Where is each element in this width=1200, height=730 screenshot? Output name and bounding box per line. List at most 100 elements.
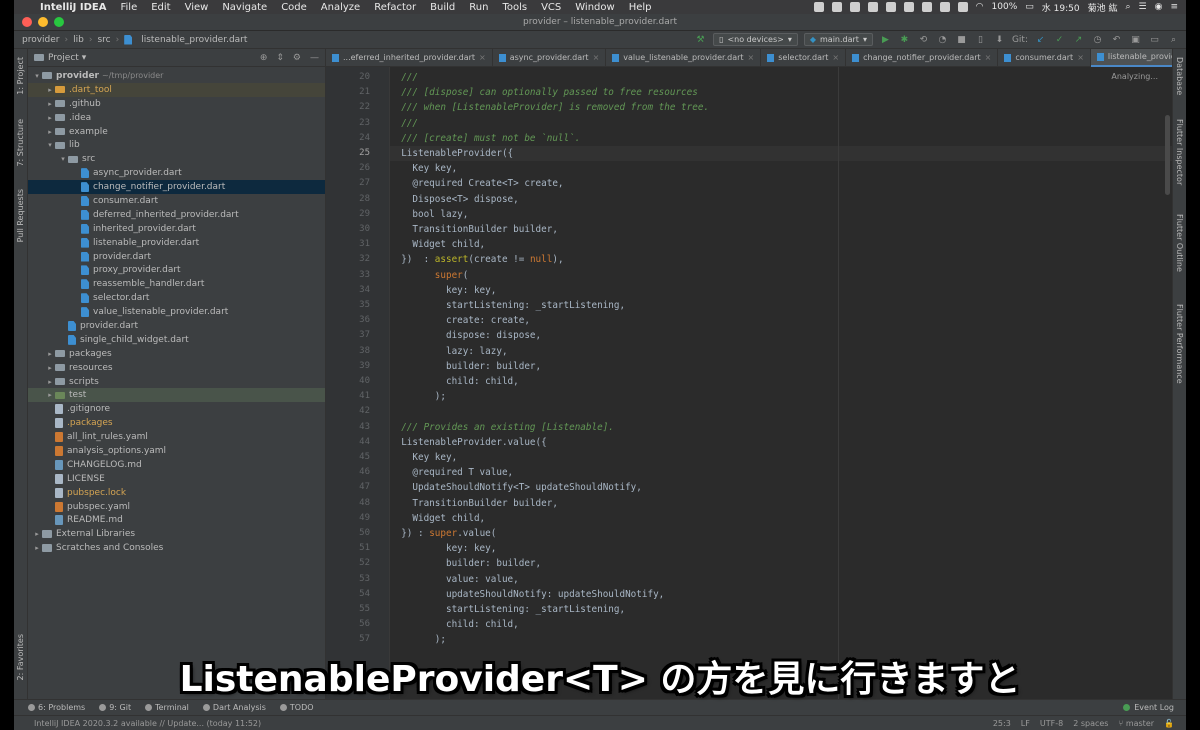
line-number[interactable]: 56: [326, 617, 370, 632]
tree-item[interactable]: listenable_provider.dart: [28, 236, 325, 250]
line-number[interactable]: 55: [326, 602, 370, 617]
hide-icon[interactable]: —: [310, 53, 319, 63]
status-tray-icon[interactable]: [921, 2, 932, 12]
wifi-icon[interactable]: ◠: [976, 2, 984, 12]
caret-position[interactable]: 25:3: [993, 719, 1011, 728]
editor-tab[interactable]: async_provider.dart ×: [493, 48, 607, 67]
code-line[interactable]: key: key,: [390, 283, 1172, 298]
code-line[interactable]: child: child,: [390, 374, 1172, 389]
project-structure-icon[interactable]: ▣: [1129, 33, 1142, 46]
sdk-manager-icon[interactable]: ⬇: [993, 33, 1006, 46]
menu-navigate[interactable]: Navigate: [222, 2, 267, 13]
status-tray-icon[interactable]: [813, 2, 824, 12]
menu-build[interactable]: Build: [430, 2, 455, 13]
code-line[interactable]: TransitionBuilder builder,: [390, 222, 1172, 237]
line-number[interactable]: 49: [326, 511, 370, 526]
tree-item[interactable]: ▸ test: [28, 388, 325, 403]
presentation-icon[interactable]: ▭: [1148, 33, 1161, 46]
code-line[interactable]: ///: [390, 70, 1172, 85]
status-tray-icon[interactable]: [885, 2, 896, 12]
status-tray-icon[interactable]: [867, 2, 878, 12]
lock-icon[interactable]: 🔓: [1164, 719, 1174, 728]
battery-percent[interactable]: 100%: [992, 2, 1018, 12]
profile-icon[interactable]: ◔: [936, 33, 949, 46]
menu-view[interactable]: View: [185, 2, 209, 13]
tree-item[interactable]: analysis_options.yaml: [28, 444, 325, 458]
code-line[interactable]: /// when [ListenableProvider] is removed…: [390, 100, 1172, 115]
menu-analyze[interactable]: Analyze: [321, 2, 360, 13]
code-line[interactable]: }) : super.value(: [390, 526, 1172, 541]
tree-item[interactable]: single_child_widget.dart: [28, 333, 325, 347]
chevron-down-icon[interactable]: ▾: [45, 141, 55, 149]
code-editor[interactable]: 20 21 22 23 24 25 26 27 28 29 30 31 32 33 34 35 36 37 38 39…: [326, 67, 1172, 699]
code-line[interactable]: dispose: dispose,: [390, 328, 1172, 343]
code-line[interactable]: value: value,: [390, 572, 1172, 587]
control-center-icon[interactable]: ☰: [1139, 2, 1147, 12]
tree-item[interactable]: .packages: [28, 416, 325, 430]
chevron-right-icon[interactable]: ▸: [45, 86, 55, 94]
event-log-button[interactable]: Event Log: [1123, 703, 1186, 712]
status-tray-icon[interactable]: [849, 2, 860, 12]
line-number[interactable]: 46: [326, 465, 370, 480]
status-tray-icon[interactable]: [903, 2, 914, 12]
line-number[interactable]: 40: [326, 374, 370, 389]
tree-item[interactable]: ▸ scripts: [28, 375, 325, 389]
file-encoding[interactable]: UTF-8: [1040, 719, 1063, 728]
line-number[interactable]: 26: [326, 161, 370, 176]
gear-icon[interactable]: ⚙: [293, 53, 301, 63]
status-tray-icon[interactable]: [957, 2, 968, 12]
tree-item[interactable]: inherited_provider.dart: [28, 222, 325, 236]
editor-tab[interactable]: ...eferred_inherited_provider.dart ×: [326, 48, 493, 67]
tree-item[interactable]: provider.dart: [28, 319, 325, 333]
project-tool-button[interactable]: 1: Project: [16, 57, 25, 95]
line-number[interactable]: 33: [326, 268, 370, 283]
line-number[interactable]: 21: [326, 85, 370, 100]
flutter-inspector-tool-button[interactable]: Flutter Inspector: [1175, 119, 1184, 185]
line-number[interactable]: 24: [326, 131, 370, 146]
tree-item[interactable]: value_listenable_provider.dart: [28, 305, 325, 319]
line-number[interactable]: 35: [326, 298, 370, 313]
chevron-right-icon[interactable]: ▸: [32, 544, 42, 552]
git-branch[interactable]: ⑂ master: [1118, 719, 1154, 728]
siri-icon[interactable]: ◉: [1155, 2, 1163, 12]
status-message[interactable]: IntelliJ IDEA 2020.3.2 available // Upda…: [14, 719, 261, 728]
tree-item[interactable]: proxy_provider.dart: [28, 263, 325, 277]
menu-run[interactable]: Run: [469, 2, 488, 13]
tree-item[interactable]: ▾ provider ~/tmp/provider: [28, 69, 325, 83]
tree-item[interactable]: deferred_inherited_provider.dart: [28, 208, 325, 222]
line-number[interactable]: 23: [326, 116, 370, 131]
structure-tool-button[interactable]: 7: Structure: [16, 119, 25, 167]
line-number[interactable]: 54: [326, 587, 370, 602]
code-line[interactable]: key: key,: [390, 541, 1172, 556]
breadcrumb-item[interactable]: listenable_provider.dart: [141, 35, 247, 45]
tree-item[interactable]: ▸ .github: [28, 97, 325, 111]
line-separator[interactable]: LF: [1021, 719, 1030, 728]
chevron-down-icon[interactable]: ▾: [32, 72, 42, 80]
tree-item[interactable]: change_notifier_provider.dart: [28, 180, 325, 195]
code-line[interactable]: ///: [390, 116, 1172, 131]
tree-item[interactable]: README.md: [28, 514, 325, 528]
line-number[interactable]: 25: [326, 146, 370, 161]
editor-tab[interactable]: value_listenable_provider.dart ×: [606, 48, 762, 67]
code-line[interactable]: TransitionBuilder builder,: [390, 496, 1172, 511]
editor-tab[interactable]: selector.dart ×: [761, 48, 847, 67]
tree-item[interactable]: ▸ packages: [28, 347, 325, 361]
line-number[interactable]: 29: [326, 207, 370, 222]
menu-edit[interactable]: Edit: [151, 2, 170, 13]
tree-item[interactable]: ▸ .idea: [28, 111, 325, 125]
line-number[interactable]: 45: [326, 450, 370, 465]
line-number[interactable]: 43: [326, 420, 370, 435]
breadcrumb-item[interactable]: provider: [22, 35, 60, 45]
code-line[interactable]: Widget child,: [390, 237, 1172, 252]
indent-setting[interactable]: 2 spaces: [1073, 719, 1108, 728]
status-tray-icon[interactable]: [939, 2, 950, 12]
menu-user[interactable]: 菊池 紘: [1088, 1, 1118, 14]
hot-reload-icon[interactable]: ⟲: [917, 33, 930, 46]
tree-item[interactable]: ▾ src: [28, 152, 325, 166]
code-line[interactable]: /// [dispose] can optionally passed to f…: [390, 85, 1172, 100]
device-manager-icon[interactable]: ▯: [974, 33, 987, 46]
breadcrumb-item[interactable]: lib: [73, 35, 84, 45]
menu-tools[interactable]: Tools: [502, 2, 527, 13]
chevron-right-icon[interactable]: ▸: [45, 350, 55, 358]
chevron-right-icon[interactable]: ▸: [45, 364, 55, 372]
